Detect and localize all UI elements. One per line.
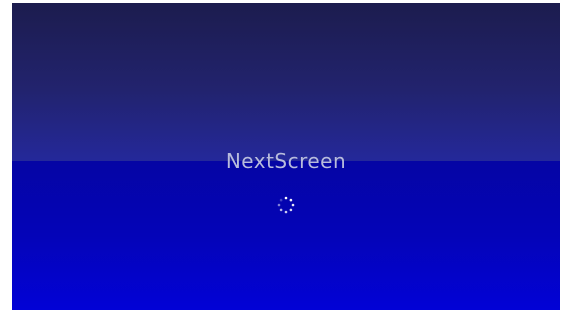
bottom-gradient-band bbox=[12, 161, 560, 310]
app-name-title: NextScreen bbox=[225, 149, 347, 173]
top-gradient-band bbox=[12, 3, 560, 161]
loading-spinner-icon bbox=[277, 196, 295, 214]
splash-screen: NextScreen bbox=[12, 3, 560, 310]
